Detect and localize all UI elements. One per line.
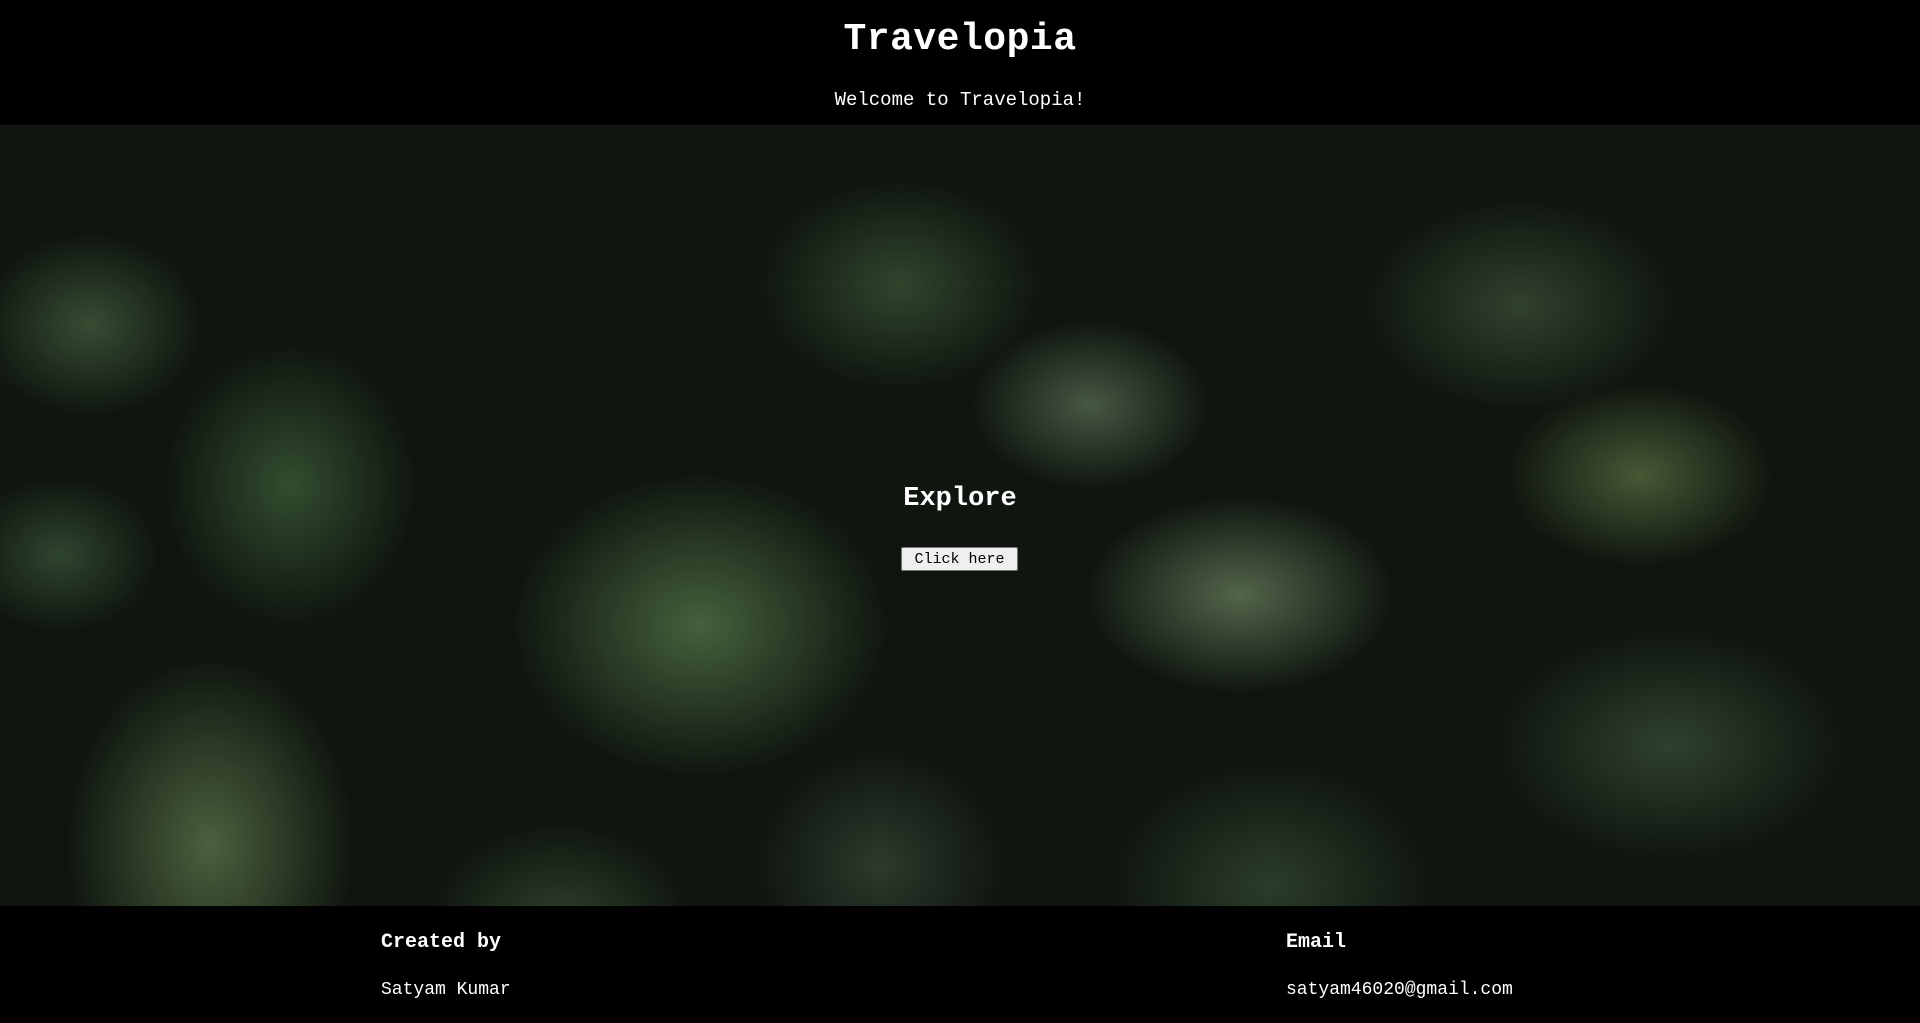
site-header: Travelopia Welcome to Travelopia! (0, 0, 1920, 125)
email-address[interactable]: satyam46020@gmail.com (1286, 980, 1513, 1000)
site-footer: Created by Satyam Kumar Email satyam4602… (0, 906, 1920, 1023)
site-subtitle: Welcome to Travelopia! (834, 89, 1086, 111)
explore-button[interactable]: Click here (901, 547, 1018, 571)
email-heading: Email (1286, 931, 1347, 954)
hero-section: Explore Click here (0, 125, 1920, 906)
hero-content: Explore Click here (0, 125, 1920, 906)
created-by-heading: Created by (381, 931, 502, 954)
site-title: Travelopia (843, 18, 1077, 61)
explore-heading: Explore (903, 484, 1017, 514)
created-by-name: Satyam Kumar (381, 980, 511, 1000)
